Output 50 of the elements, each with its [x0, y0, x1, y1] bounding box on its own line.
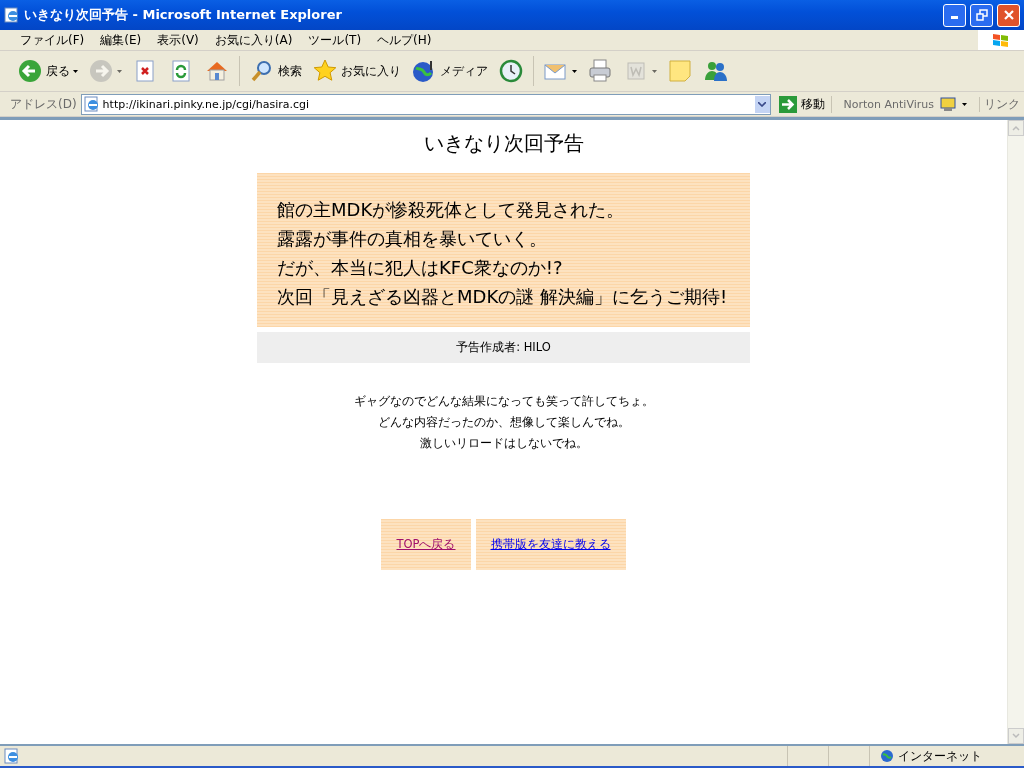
author-text: 予告作成者: HILO	[456, 340, 551, 355]
address-label: アドレス(D)	[10, 95, 77, 113]
links-label[interactable]: リンク	[984, 95, 1020, 113]
dropdown-icon	[758, 101, 767, 107]
windows-logo-icon	[992, 32, 1010, 48]
back-button[interactable]: 戻る	[14, 56, 81, 86]
window-title: いきなり次回予告 - Microsoft Internet Explorer	[24, 6, 343, 24]
page-title: いきなり次回予告	[423, 130, 584, 157]
arrow-icon	[778, 95, 797, 113]
minimize-button[interactable]	[943, 3, 966, 27]
menu-item[interactable]: ファイル(F)	[12, 31, 93, 49]
media-button[interactable]: メディア	[408, 56, 491, 86]
search-button[interactable]: 検索	[246, 56, 305, 86]
browser-page-icon	[4, 7, 20, 23]
restore-icon	[975, 9, 988, 21]
printer-icon	[587, 58, 613, 84]
browser-page-icon	[83, 96, 100, 112]
page-link[interactable]: TOPへ戻る	[396, 537, 456, 552]
scroll-down-icon[interactable]	[1008, 728, 1024, 744]
star-icon	[312, 58, 338, 84]
page-link[interactable]: 携帯版を友達に教える	[490, 537, 611, 552]
preview-text: 露露が事件の真相を暴いていく。	[277, 227, 548, 251]
menu-item[interactable]: ツール(T)	[300, 31, 370, 49]
clock-icon	[498, 58, 524, 84]
back-icon	[17, 58, 43, 84]
go-button[interactable]: 移動	[774, 95, 832, 113]
close-icon	[1002, 9, 1015, 21]
status-page-icon	[4, 748, 20, 764]
note-text: ギャグなのでどんな結果になっても笑って許してちょ。	[353, 393, 654, 410]
note-text: 激しいリロードはしないでね。	[418, 435, 589, 452]
note-text: どんな内容だったのか、想像して楽しんでね。	[376, 414, 631, 431]
monitor-icon	[940, 96, 956, 112]
zone-label: インターネット	[898, 748, 982, 764]
menu-item[interactable]: 編集(E)	[92, 31, 150, 49]
preview-text: 次回「見えざる凶器とMDKの謎 解決編」に乞うご期待!	[277, 285, 729, 309]
address-field[interactable]: http://ikinari.pinky.ne.jp/cgi/hasira.cgi	[80, 93, 771, 115]
preview-text: 館の主MDKが惨殺死体として発見された。	[277, 198, 626, 222]
note-icon	[667, 58, 693, 84]
menu-item[interactable]: ヘルプ(H)	[369, 31, 440, 49]
forward-icon	[88, 58, 114, 84]
restore-button[interactable]	[970, 3, 993, 27]
preview-text: だが、本当に犯人はKFC衆なのか!?	[277, 256, 564, 280]
norton-label: Norton AntiVirus	[843, 97, 934, 111]
globe-icon	[880, 749, 894, 763]
scroll-up-icon[interactable]	[1008, 120, 1024, 136]
menu-item[interactable]: お気に入り(A)	[206, 31, 301, 49]
caret-icon	[962, 102, 967, 106]
favorites-button[interactable]: お気に入り	[309, 56, 404, 86]
menu-item[interactable]: 表示(V)	[149, 31, 207, 49]
close-button[interactable]	[997, 3, 1020, 27]
